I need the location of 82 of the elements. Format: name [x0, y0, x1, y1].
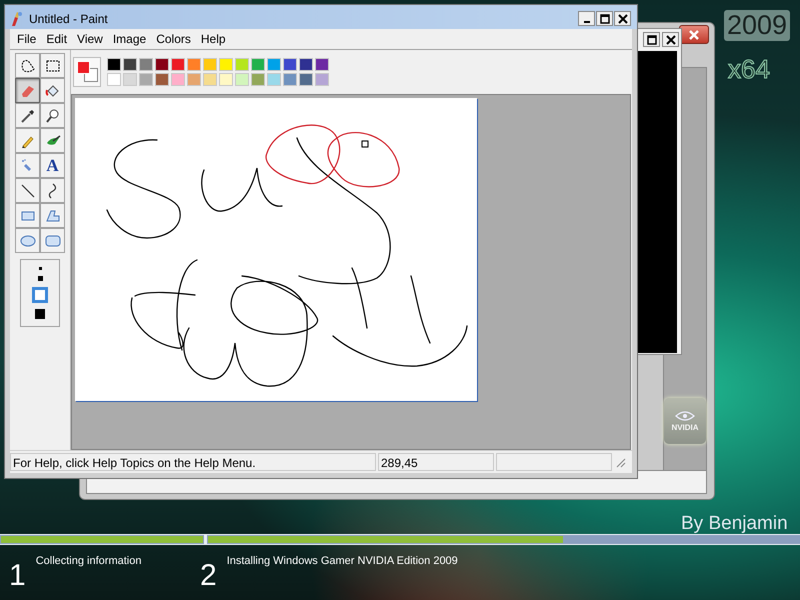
- magnifier-icon: [44, 108, 60, 124]
- step-number: 2: [200, 561, 217, 591]
- step-number: 1: [9, 561, 26, 591]
- eye-icon: [675, 410, 695, 420]
- eraser-cursor: [362, 140, 368, 148]
- menu-item[interactable]: Help: [198, 30, 233, 48]
- palette-swatch[interactable]: [283, 73, 297, 86]
- close-button[interactable]: [614, 11, 631, 26]
- rectangle-select-icon: [44, 58, 60, 74]
- eraser-size-option[interactable]: [38, 267, 42, 270]
- palette-swatch[interactable]: [299, 73, 313, 86]
- tool-button[interactable]: [15, 53, 40, 78]
- window-title: Untitled - Paint: [29, 12, 109, 26]
- minimize-icon: [584, 20, 590, 22]
- maximize-button[interactable]: [596, 11, 613, 26]
- palette-swatch[interactable]: [155, 73, 169, 86]
- palette-swatch[interactable]: [219, 58, 233, 71]
- status-help-text: For Help, click Help Topics on the Help Menu.: [10, 453, 376, 471]
- paint-bucket-icon: [44, 82, 60, 98]
- minimize-button[interactable]: [578, 11, 595, 26]
- palette-swatch[interactable]: [107, 58, 121, 71]
- close-icon: [688, 30, 700, 40]
- polygon-icon: [44, 208, 60, 224]
- palette-swatch[interactable]: [315, 73, 329, 86]
- step-label: Collecting information: [36, 555, 142, 567]
- tool-button[interactable]: [40, 103, 65, 128]
- menu-item[interactable]: Image: [110, 30, 154, 48]
- maximize-icon: [600, 14, 610, 24]
- menu-item[interactable]: View: [74, 30, 110, 48]
- menu-item[interactable]: Colors: [153, 30, 198, 48]
- palette-swatch[interactable]: [267, 73, 281, 86]
- palette-swatch[interactable]: [315, 58, 329, 71]
- lasso-select-icon: [20, 58, 36, 74]
- canvas[interactable]: [75, 98, 477, 401]
- ellipse-icon: [20, 232, 36, 248]
- text-tool-glyph: A: [46, 156, 59, 176]
- palette-swatch[interactable]: [235, 58, 249, 71]
- close-button[interactable]: [679, 25, 709, 44]
- palette-swatch[interactable]: [139, 58, 153, 71]
- tool-button[interactable]: [15, 103, 40, 128]
- arch-text: x64: [728, 54, 770, 85]
- close-icon: [666, 34, 676, 44]
- palette-swatch[interactable]: [171, 58, 185, 71]
- palette-swatch[interactable]: [139, 73, 153, 86]
- palette-swatch[interactable]: [203, 58, 217, 71]
- palette-swatch[interactable]: [123, 58, 137, 71]
- tool-button[interactable]: A: [40, 153, 65, 178]
- paintbrush-icon: [9, 10, 23, 26]
- maximize-icon: [646, 34, 656, 44]
- credit-text: By Benjamin: [681, 513, 788, 535]
- tool-button[interactable]: [15, 178, 40, 203]
- tool-button[interactable]: [40, 53, 65, 78]
- rounded-rectangle-icon: [44, 232, 60, 248]
- menu-item[interactable]: File: [14, 30, 44, 48]
- palette-swatch[interactable]: [283, 58, 297, 71]
- line-icon: [20, 182, 36, 198]
- palette-swatch[interactable]: [219, 73, 233, 86]
- palette-swatch[interactable]: [187, 73, 201, 86]
- edition-text: 2009: [724, 10, 790, 41]
- resize-grip-icon: [614, 456, 626, 468]
- close-button[interactable]: [662, 32, 679, 47]
- step-label: Installing Windows Gamer NVIDIA Edition 2009: [226, 555, 458, 567]
- palette-swatch[interactable]: [107, 73, 121, 86]
- palette-swatch[interactable]: [251, 73, 265, 86]
- palette-swatch[interactable]: [203, 73, 217, 86]
- palette-swatch[interactable]: [171, 73, 185, 86]
- palette-swatch[interactable]: [299, 58, 313, 71]
- close-icon: [618, 14, 628, 24]
- palette-swatch[interactable]: [155, 58, 169, 71]
- tool-button[interactable]: [40, 178, 65, 203]
- eyedropper-icon: [20, 108, 36, 124]
- palette-swatch[interactable]: [123, 73, 137, 86]
- menu-item[interactable]: Edit: [43, 30, 74, 48]
- status-coordinates: 289,45: [378, 453, 494, 471]
- palette-swatch[interactable]: [267, 58, 281, 71]
- logo-text: NVIDIA: [671, 422, 699, 432]
- maximize-button[interactable]: [643, 32, 660, 47]
- palette-swatch[interactable]: [187, 58, 201, 71]
- foreground-color-swatch[interactable]: [77, 61, 90, 74]
- palette-swatch[interactable]: [251, 58, 265, 71]
- palette-swatch[interactable]: [235, 73, 249, 86]
- eraser-size-option[interactable]: [38, 276, 42, 281]
